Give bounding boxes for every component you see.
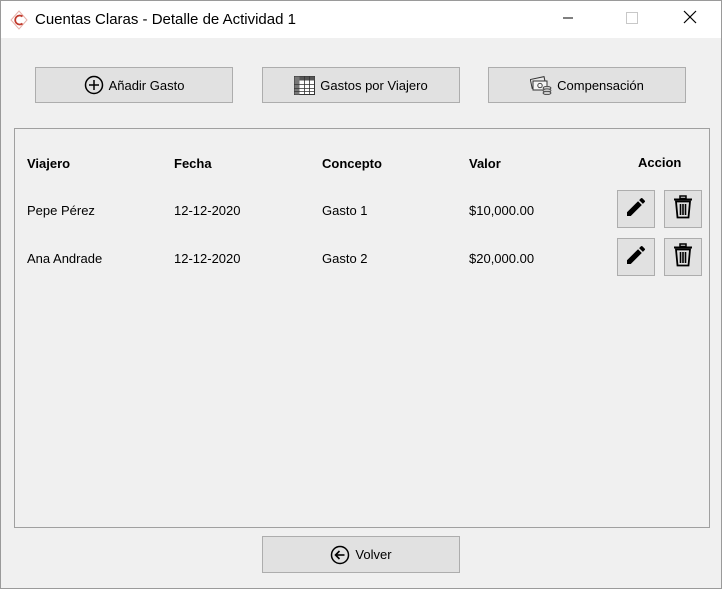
- edit-button[interactable]: [617, 190, 655, 228]
- header-action: Accion: [638, 155, 682, 170]
- trash-icon: [672, 194, 694, 224]
- delete-button[interactable]: [664, 190, 702, 228]
- cell-date: 12-12-2020: [174, 203, 241, 218]
- delete-button[interactable]: [664, 238, 702, 276]
- back-button[interactable]: Volver: [262, 536, 460, 573]
- close-button[interactable]: [667, 1, 713, 38]
- minimize-button[interactable]: [545, 1, 591, 38]
- money-coins-icon: [530, 75, 552, 95]
- header-date: Fecha: [174, 156, 212, 171]
- add-expense-button[interactable]: Añadir Gasto: [35, 67, 233, 103]
- trash-icon: [672, 242, 694, 272]
- close-icon: [683, 10, 697, 29]
- compensation-label: Compensación: [557, 77, 644, 93]
- cell-traveler: Ana Andrade: [27, 251, 103, 266]
- back-label: Volver: [355, 547, 392, 562]
- header-traveler: Viajero: [27, 156, 71, 171]
- cell-value: $10,000.00: [469, 203, 535, 218]
- cell-traveler: Pepe Pérez: [27, 203, 95, 218]
- pencil-icon: [624, 243, 648, 272]
- header-concept: Concepto: [322, 156, 382, 171]
- maximize-button[interactable]: [609, 1, 655, 38]
- arrow-left-circle-icon: [330, 545, 350, 565]
- spreadsheet-icon: [294, 75, 316, 95]
- app-logo-icon: [9, 10, 29, 30]
- minimize-icon: [562, 11, 574, 29]
- add-expense-label: Añadir Gasto: [108, 77, 185, 93]
- expenses-by-traveler-button[interactable]: Gastos por Viajero: [262, 67, 460, 103]
- app-window: Cuentas Claras - Detalle de Actividad 1 …: [0, 0, 722, 589]
- expenses-by-traveler-label: Gastos por Viajero: [320, 77, 428, 93]
- pencil-icon: [624, 195, 648, 224]
- cell-concept: Gasto 2: [322, 251, 368, 266]
- header-value: Valor: [469, 156, 501, 171]
- maximize-icon: [626, 11, 638, 29]
- cell-value: $20,000.00: [469, 251, 535, 266]
- compensation-button[interactable]: Compensación: [488, 67, 686, 103]
- cell-concept: Gasto 1: [322, 203, 368, 218]
- title-bar: Cuentas Claras - Detalle de Actividad 1: [1, 1, 721, 38]
- expenses-table: Viajero Fecha Concepto Valor Accion Pepe…: [14, 128, 710, 528]
- edit-button[interactable]: [617, 238, 655, 276]
- plus-circle-icon: [84, 75, 104, 95]
- cell-date: 12-12-2020: [174, 251, 241, 266]
- window-title: Cuentas Claras - Detalle de Actividad 1: [35, 11, 296, 28]
